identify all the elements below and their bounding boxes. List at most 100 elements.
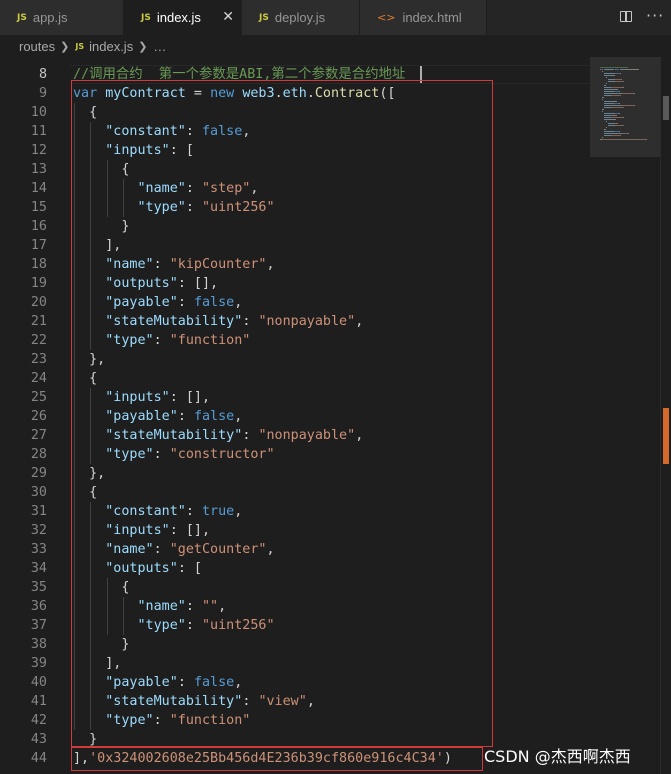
breadcrumb-file[interactable]: index.js bbox=[89, 39, 133, 54]
code-line[interactable]: 17 ], bbox=[0, 236, 590, 255]
code-text: "type": "function" bbox=[73, 711, 250, 730]
code-line[interactable]: 12 "inputs": [ bbox=[0, 141, 590, 160]
code-token: "inputs" bbox=[105, 390, 170, 405]
code-token: web3 bbox=[242, 86, 275, 101]
code-line[interactable]: 10 { bbox=[0, 103, 590, 122]
more-actions-icon[interactable]: ··· bbox=[646, 6, 664, 25]
code-token: "constant" bbox=[105, 124, 186, 139]
code-line[interactable]: 18 "name": "kipCounter", bbox=[0, 255, 590, 274]
chevron-right-icon: ❯ bbox=[138, 40, 148, 53]
code-line[interactable]: 11 "constant": false, bbox=[0, 122, 590, 141]
code-line[interactable]: 35 { bbox=[0, 578, 590, 597]
tab-index-html[interactable]: <> index.html bbox=[360, 0, 487, 35]
code-token: : bbox=[185, 200, 202, 215]
indent-guide bbox=[107, 160, 108, 217]
code-text: "inputs": [], bbox=[73, 521, 210, 540]
code-token: Contract bbox=[314, 86, 380, 101]
line-number: 19 bbox=[30, 276, 47, 291]
code-text: "type": "constructor" bbox=[73, 445, 275, 464]
code-line[interactable]: 27 "stateMutability": "nonpayable", bbox=[0, 426, 590, 445]
line-number: 22 bbox=[30, 333, 47, 348]
code-token: : bbox=[242, 428, 259, 443]
code-line[interactable]: 39 ], bbox=[0, 654, 590, 673]
javascript-file-icon: JS bbox=[141, 12, 151, 23]
code-token: "kipCounter" bbox=[169, 257, 267, 272]
tab-label: index.html bbox=[402, 10, 462, 25]
code-text: "payable": false, bbox=[73, 407, 242, 426]
code-text: "constant": false, bbox=[73, 122, 250, 141]
tab-index-js[interactable]: JS index.js ✕ bbox=[124, 0, 242, 35]
javascript-file-icon: JS bbox=[75, 41, 85, 51]
code-line[interactable]: 30 { bbox=[0, 483, 590, 502]
code-text: }, bbox=[73, 464, 105, 483]
code-line[interactable]: 31 "constant": true, bbox=[0, 502, 590, 521]
breadcrumb-folder[interactable]: routes bbox=[19, 39, 55, 54]
minimap-slider[interactable] bbox=[590, 57, 660, 157]
line-number: 28 bbox=[30, 447, 47, 462]
tab-label: deploy.js bbox=[274, 10, 326, 25]
code-line[interactable]: 14 "name": "step", bbox=[0, 179, 590, 198]
code-line[interactable]: 22 "type": "function" bbox=[0, 331, 590, 350]
minimap[interactable] bbox=[590, 57, 660, 774]
code-editor[interactable]: 8 //调用合约 第一个参数是ABI,第二个参数是合约地址 9 var myContr… bbox=[0, 57, 590, 774]
code-line[interactable]: 33 "name": "getCounter", bbox=[0, 540, 590, 559]
indent-guide bbox=[90, 122, 91, 350]
code-token: "outputs" bbox=[105, 276, 178, 291]
code-line[interactable]: 23 }, bbox=[0, 350, 590, 369]
code-token: "constructor" bbox=[169, 447, 275, 462]
code-line[interactable]: 21 "stateMutability": "nonpayable", bbox=[0, 312, 590, 331]
breadcrumb-symbol[interactable]: … bbox=[153, 39, 166, 54]
code-text: var myContract = new web3.eth.Contract([ bbox=[73, 84, 396, 103]
code-line[interactable]: 41 "stateMutability": "view", bbox=[0, 692, 590, 711]
code-line[interactable]: 16 } bbox=[0, 217, 590, 236]
indent-guide bbox=[74, 103, 75, 730]
code-line[interactable]: 40 "payable": false, bbox=[0, 673, 590, 692]
code-line[interactable]: 19 "outputs": [], bbox=[0, 274, 590, 293]
code-line[interactable]: 13 { bbox=[0, 160, 590, 179]
code-line[interactable]: 8 //调用合约 第一个参数是ABI,第二个参数是合约地址 bbox=[0, 65, 590, 84]
scrollbar-thumb[interactable] bbox=[663, 96, 669, 120]
code-token: "" bbox=[202, 599, 219, 614]
code-line[interactable]: 29 }, bbox=[0, 464, 590, 483]
tab-app-js[interactable]: JS app.js bbox=[0, 0, 124, 35]
code-text: "outputs": [ bbox=[73, 559, 202, 578]
tab-deploy-js[interactable]: JS deploy.js bbox=[242, 0, 360, 35]
code-line[interactable]: 37 "type": "uint256" bbox=[0, 616, 590, 635]
code-text: "name": "getCounter", bbox=[73, 540, 275, 559]
code-text: "name": "kipCounter", bbox=[73, 255, 274, 274]
line-number: 32 bbox=[30, 523, 47, 538]
code-line[interactable]: 15 "type": "uint256" bbox=[0, 198, 590, 217]
line-number: 27 bbox=[30, 428, 47, 443]
code-line[interactable]: 26 "payable": false, bbox=[0, 407, 590, 426]
code-token: : bbox=[177, 675, 194, 690]
code-line[interactable]: 24 { bbox=[0, 369, 590, 388]
code-token: "stateMutability" bbox=[105, 694, 243, 709]
code-line[interactable]: 9 var myContract = new web3.eth.Contract(… bbox=[0, 84, 590, 103]
code-line[interactable]: 36 "name": "", bbox=[0, 597, 590, 616]
code-token: new bbox=[210, 86, 235, 101]
line-number: 33 bbox=[30, 542, 47, 557]
close-icon[interactable]: ✕ bbox=[222, 9, 234, 25]
code-token: , bbox=[355, 314, 364, 329]
code-text: } bbox=[73, 635, 129, 654]
code-text: ],'0x324002608e25Bb456d4E236b39cf860e916… bbox=[73, 749, 452, 768]
code-token: , bbox=[266, 542, 275, 557]
code-token: false bbox=[193, 295, 235, 310]
code-token: . bbox=[274, 86, 283, 101]
tab-label: app.js bbox=[32, 10, 68, 25]
split-editor-icon[interactable] bbox=[620, 11, 632, 22]
code-line[interactable]: 32 "inputs": [], bbox=[0, 521, 590, 540]
code-line[interactable]: 34 "outputs": [ bbox=[0, 559, 590, 578]
code-line[interactable]: 25 "inputs": [], bbox=[0, 388, 590, 407]
code-line[interactable]: 38 } bbox=[0, 635, 590, 654]
tab-bar: JS app.js JS index.js ✕ JS deploy.js <> … bbox=[0, 0, 671, 35]
code-line[interactable]: 42 "type": "function" bbox=[0, 711, 590, 730]
code-text: "constant": true, bbox=[73, 502, 242, 521]
code-token: "nonpayable" bbox=[258, 428, 356, 443]
code-token: : bbox=[242, 694, 259, 709]
code-line[interactable]: 20 "payable": false, bbox=[0, 293, 590, 312]
code-line[interactable]: 28 "type": "constructor" bbox=[0, 445, 590, 464]
line-number: 12 bbox=[30, 143, 47, 158]
code-token: } bbox=[73, 637, 130, 652]
